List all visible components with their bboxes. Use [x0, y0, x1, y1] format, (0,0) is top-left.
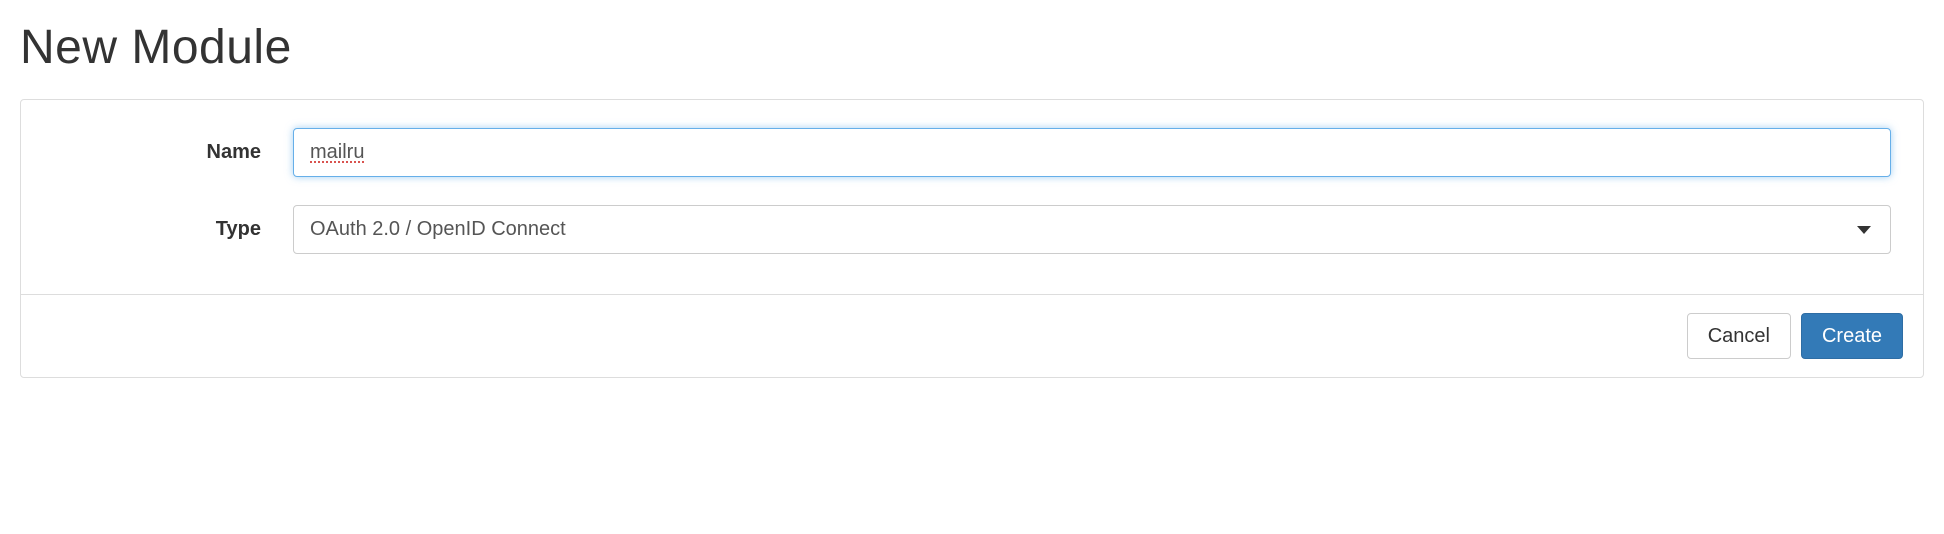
form-panel: Name Type OAuth 2.0 / OpenID Connect Can… — [20, 99, 1924, 378]
type-select[interactable]: OAuth 2.0 / OpenID Connect — [293, 205, 1891, 254]
form-footer: Cancel Create — [21, 294, 1923, 377]
type-control-wrap: OAuth 2.0 / OpenID Connect — [293, 205, 1891, 254]
page-title: New Module — [20, 20, 1924, 75]
type-label: Type — [53, 218, 293, 241]
cancel-button[interactable]: Cancel — [1687, 313, 1791, 359]
name-control-wrap — [293, 128, 1891, 177]
type-select-wrap: OAuth 2.0 / OpenID Connect — [293, 205, 1891, 254]
form-row-type: Type OAuth 2.0 / OpenID Connect — [53, 205, 1891, 254]
name-label: Name — [53, 141, 293, 164]
form-row-name: Name — [53, 128, 1891, 177]
name-input[interactable] — [293, 128, 1891, 177]
create-button[interactable]: Create — [1801, 313, 1903, 359]
form-body: Name Type OAuth 2.0 / OpenID Connect — [21, 100, 1923, 294]
